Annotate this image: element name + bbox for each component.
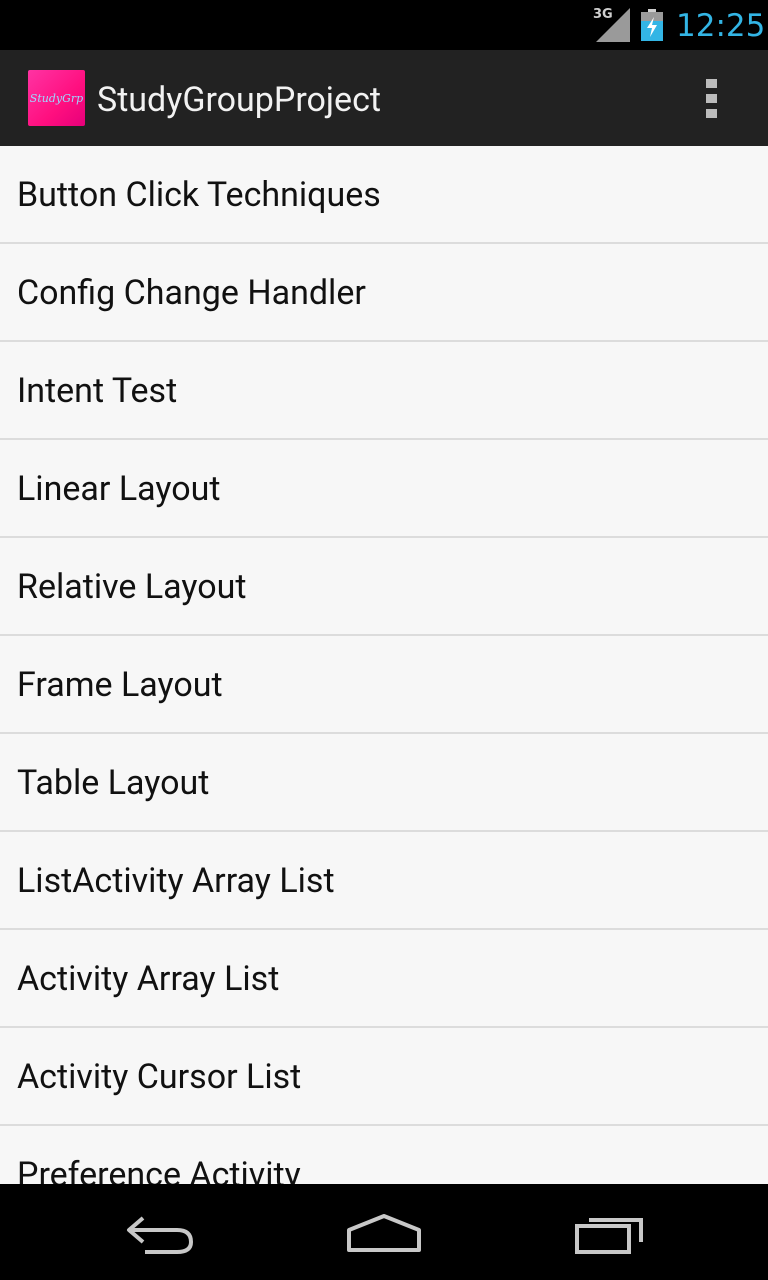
app-title: StudyGroupProject	[97, 80, 382, 120]
list-item-listactivity-array-list[interactable]: ListActivity Array List	[0, 832, 768, 930]
list-item-frame-layout[interactable]: Frame Layout	[0, 636, 768, 734]
list-item-label: Relative Layout	[17, 567, 247, 607]
signal-icon	[596, 8, 630, 42]
action-bar: StudyGrp StudyGroupProject	[0, 50, 768, 146]
list-item-activity-cursor-list[interactable]: Activity Cursor List	[0, 1028, 768, 1126]
list-item-activity-array-list[interactable]: Activity Array List	[0, 930, 768, 1028]
list-item-label: Frame Layout	[17, 665, 223, 705]
list-item-button-click-techniques[interactable]: Button Click Techniques	[0, 146, 768, 244]
list-item-preference-activity[interactable]: Preference Activity	[0, 1126, 768, 1184]
list-item-label: Preference Activity	[17, 1155, 301, 1184]
overflow-menu-icon[interactable]	[692, 72, 732, 124]
list-item-label: ListActivity Array List	[17, 861, 335, 901]
list-item-label: Activity Cursor List	[17, 1057, 302, 1097]
list-item-table-layout[interactable]: Table Layout	[0, 734, 768, 832]
list-item-label: Table Layout	[17, 763, 210, 803]
app-icon-text: StudyGrp	[29, 91, 84, 105]
list-item-label: Intent Test	[17, 371, 178, 411]
recent-apps-icon[interactable]	[565, 1204, 655, 1260]
activity-list[interactable]: Button Click Techniques Config Change Ha…	[0, 146, 768, 1184]
list-item-config-change-handler[interactable]: Config Change Handler	[0, 244, 768, 342]
home-icon[interactable]	[339, 1204, 429, 1260]
app-icon[interactable]: StudyGrp	[28, 70, 85, 126]
navigation-bar	[0, 1184, 768, 1280]
status-bar: 3G 12:25	[0, 0, 768, 50]
list-item-label: Linear Layout	[17, 469, 221, 509]
list-item-label: Activity Array List	[17, 959, 280, 999]
list-item-label: Config Change Handler	[17, 273, 366, 313]
list-item-linear-layout[interactable]: Linear Layout	[0, 440, 768, 538]
list-item-intent-test[interactable]: Intent Test	[0, 342, 768, 440]
list-item-label: Button Click Techniques	[17, 175, 381, 215]
back-icon[interactable]	[115, 1204, 205, 1260]
list-item-relative-layout[interactable]: Relative Layout	[0, 538, 768, 636]
clock: 12:25	[676, 8, 766, 44]
battery-charging-icon	[641, 9, 663, 41]
